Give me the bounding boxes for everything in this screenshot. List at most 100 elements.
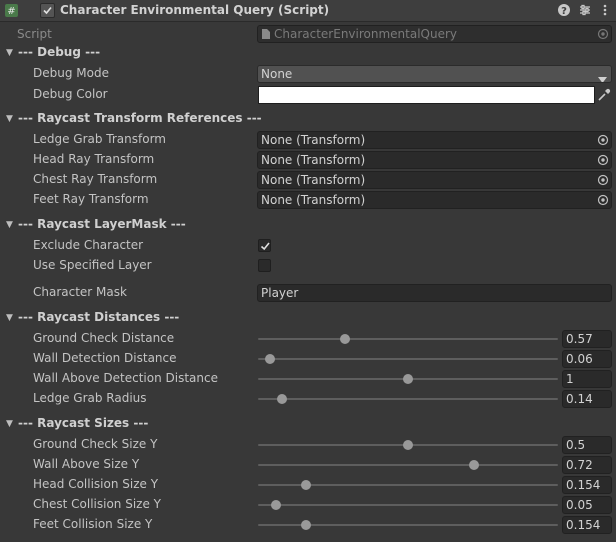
slider-label: Wall Above Detection Distance (33, 371, 218, 385)
transform-field[interactable]: None (Transform) (257, 191, 612, 209)
transform-label: Feet Ray Transform (33, 192, 149, 206)
script-label: Script (17, 27, 52, 41)
script-field[interactable]: CharacterEnvironmentalQuery (257, 25, 612, 43)
character-mask-value: Player (261, 286, 299, 300)
slider-row: Chest Collision Size Y 0.05 (0, 495, 616, 515)
slider-knob[interactable] (340, 334, 350, 344)
slider-value-field[interactable]: 0.5 (562, 436, 612, 454)
slider-knob[interactable] (271, 500, 281, 510)
transform-row: Head Ray Transform None (Transform) (0, 150, 616, 170)
slider-knob[interactable] (403, 440, 413, 450)
slider-knob[interactable] (301, 480, 311, 490)
slider-track[interactable] (258, 398, 558, 400)
slider-label: Head Collision Size Y (33, 477, 159, 491)
layermask-section-label: --- Raycast LayerMask --- (18, 217, 186, 231)
component-title: Character Environmental Query (Script) (60, 3, 330, 17)
layermask-section-header: ▼ --- Raycast LayerMask --- (6, 217, 186, 231)
slider-label: Ground Check Size Y (33, 437, 158, 451)
slider-value-field[interactable]: 0.05 (562, 496, 612, 514)
sizes-section: ▼ --- Raycast Sizes --- (0, 415, 616, 435)
slider-label: Feet Collision Size Y (33, 517, 153, 531)
transform-field[interactable]: None (Transform) (257, 151, 612, 169)
debug-section: ▼ --- Debug --- (0, 44, 616, 64)
character-mask-label: Character Mask (33, 285, 127, 299)
slider-label: Wall Above Size Y (33, 457, 140, 471)
svg-text:?: ? (561, 6, 567, 17)
slider-row: Wall Above Size Y 0.72 (0, 455, 616, 475)
kebab-menu-icon[interactable] (598, 3, 612, 17)
use-specified-layer-checkbox[interactable] (258, 259, 271, 272)
slider-knob[interactable] (469, 460, 479, 470)
slider-value-field[interactable]: 0.14 (562, 390, 612, 408)
transform-label: Head Ray Transform (33, 152, 155, 166)
object-picker-icon[interactable] (597, 154, 609, 166)
slider-knob[interactable] (403, 374, 413, 384)
exclude-character-checkbox[interactable] (258, 239, 271, 252)
distances-section-header: ▼ --- Raycast Distances --- (6, 310, 179, 324)
transform-section-header: ▼ --- Raycast Transform References --- (6, 111, 262, 125)
debug-mode-row: Debug Mode None (0, 64, 616, 84)
slider-knob[interactable] (277, 394, 287, 404)
slider-knob[interactable] (265, 354, 275, 364)
object-picker-icon[interactable] (597, 28, 609, 40)
sizes-section-label: --- Raycast Sizes --- (18, 416, 149, 430)
slider-row: Wall Above Detection Distance 1 (0, 369, 616, 389)
transform-section: ▼ --- Raycast Transform References --- (0, 110, 616, 130)
debug-color-row: Debug Color (0, 85, 616, 105)
chevron-down-icon (598, 71, 607, 82)
slider-track[interactable] (258, 358, 558, 360)
slider-knob[interactable] (301, 520, 311, 530)
slider-value-field[interactable]: 1 (562, 370, 612, 388)
character-mask-row: Character Mask Player (0, 283, 616, 303)
distances-section: ▼ --- Raycast Distances --- (0, 309, 616, 329)
exclude-character-row: Exclude Character (0, 236, 616, 256)
object-picker-icon[interactable] (597, 194, 609, 206)
transform-value: None (Transform) (261, 133, 366, 147)
debug-section-label: --- Debug --- (18, 45, 101, 59)
eyedropper-icon[interactable] (597, 88, 611, 102)
foldout-arrow-icon: ▼ (6, 220, 13, 230)
foldout-arrow-icon: ▼ (6, 48, 13, 58)
transform-row: Chest Ray Transform None (Transform) (0, 170, 616, 190)
transform-label: Chest Ray Transform (33, 172, 158, 186)
component-enabled-checkbox[interactable] (40, 3, 55, 18)
debug-color-swatch[interactable] (258, 86, 595, 104)
slider-value-field[interactable]: 0.06 (562, 350, 612, 368)
slider-track[interactable] (258, 464, 558, 466)
sizes-section-header: ▼ --- Raycast Sizes --- (6, 416, 148, 430)
transform-value: None (Transform) (261, 193, 366, 207)
slider-row: Ground Check Distance 0.57 (0, 329, 616, 349)
debug-mode-value: None (261, 67, 293, 81)
svg-text:#: # (7, 6, 15, 17)
script-file-icon (261, 28, 271, 42)
use-specified-layer-row: Use Specified Layer (0, 256, 616, 276)
presets-icon[interactable] (578, 3, 592, 17)
help-icon[interactable]: ? (557, 3, 571, 17)
slider-value-field[interactable]: 0.57 (562, 330, 612, 348)
object-picker-icon[interactable] (597, 134, 609, 146)
foldout-arrow-icon: ▼ (6, 114, 13, 124)
slider-track[interactable] (258, 338, 558, 340)
slider-label: Ledge Grab Radius (33, 391, 147, 405)
transform-field[interactable]: None (Transform) (257, 131, 612, 149)
exclude-character-label: Exclude Character (33, 238, 144, 252)
transform-field[interactable]: None (Transform) (257, 171, 612, 189)
component-header[interactable]: # Character Environmental Query (Script)… (0, 0, 616, 22)
transform-section-label: --- Raycast Transform References --- (18, 111, 262, 125)
slider-value-field[interactable]: 0.72 (562, 456, 612, 474)
transform-value: None (Transform) (261, 173, 366, 187)
slider-value-field[interactable]: 0.154 (562, 476, 612, 494)
debug-mode-dropdown[interactable]: None (257, 65, 612, 83)
script-icon: # (4, 3, 19, 18)
slider-row: Head Collision Size Y 0.154 (0, 475, 616, 495)
debug-section-header: ▼ --- Debug --- (6, 45, 100, 59)
slider-track[interactable] (258, 504, 558, 506)
transform-label: Ledge Grab Transform (33, 132, 166, 146)
slider-label: Chest Collision Size Y (33, 497, 161, 511)
foldout-arrow-icon: ▼ (6, 313, 13, 323)
transform-value: None (Transform) (261, 153, 366, 167)
slider-label: Ground Check Distance (33, 331, 175, 345)
character-mask-field[interactable]: Player (257, 284, 612, 302)
slider-value-field[interactable]: 0.154 (562, 516, 612, 534)
object-picker-icon[interactable] (597, 174, 609, 186)
